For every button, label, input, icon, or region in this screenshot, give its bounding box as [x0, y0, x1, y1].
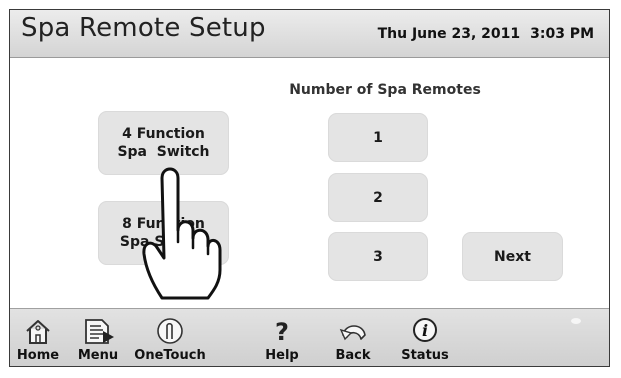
remote-count-3-label: 3 — [373, 248, 383, 265]
remote-count-3-button[interactable]: 3 — [328, 232, 428, 281]
svg-text:i: i — [422, 321, 428, 340]
date-time: Thu June 23, 2011 3:03 PM — [378, 26, 594, 42]
remote-count-1-label: 1 — [373, 129, 383, 146]
nav-home-label: Home — [16, 348, 60, 363]
nav-menu-label: Menu — [77, 348, 119, 363]
svg-text:?: ? — [275, 318, 289, 345]
next-label: Next — [494, 248, 531, 265]
bottom-navigation-bar: Home Menu OneTouch ? Help Back i Status — [10, 308, 609, 366]
remote-count-2-label: 2 — [373, 189, 383, 206]
nav-home[interactable]: Home — [12, 309, 64, 366]
four-function-label-line1: 4 Function — [122, 126, 205, 142]
nav-back-label: Back — [335, 348, 371, 363]
nav-menu[interactable]: Menu — [72, 309, 124, 366]
pointing-hand-icon — [142, 167, 222, 300]
remote-count-2-button[interactable]: 2 — [328, 173, 428, 222]
help-icon: ? — [265, 316, 299, 346]
nav-onetouch[interactable]: OneTouch — [131, 309, 209, 366]
nav-help[interactable]: ? Help — [260, 309, 304, 366]
current-time: 3:03 PM — [530, 26, 594, 42]
home-icon — [21, 316, 55, 346]
status-indicator-light — [571, 318, 581, 324]
status-icon: i — [408, 316, 442, 346]
spa-remote-setup-screen: Spa Remote Setup Thu June 23, 2011 3:03 P… — [9, 9, 610, 367]
nav-status[interactable]: i Status — [396, 309, 454, 366]
nav-back[interactable]: Back — [328, 309, 378, 366]
remote-count-1-button[interactable]: 1 — [328, 113, 428, 162]
onetouch-icon — [153, 316, 187, 346]
current-date: Thu June 23, 2011 — [377, 26, 521, 42]
back-icon — [336, 316, 370, 346]
header-bar: Spa Remote Setup Thu June 23, 2011 3:03 P… — [10, 10, 609, 58]
next-button[interactable]: Next — [462, 232, 563, 281]
nav-help-label: Help — [265, 348, 299, 363]
page-title: Spa Remote Setup — [21, 13, 266, 43]
nav-onetouch-label: OneTouch — [134, 348, 206, 363]
menu-icon — [81, 316, 115, 346]
nav-status-label: Status — [401, 348, 449, 363]
number-of-remotes-heading: Number of Spa Remotes — [289, 82, 481, 98]
